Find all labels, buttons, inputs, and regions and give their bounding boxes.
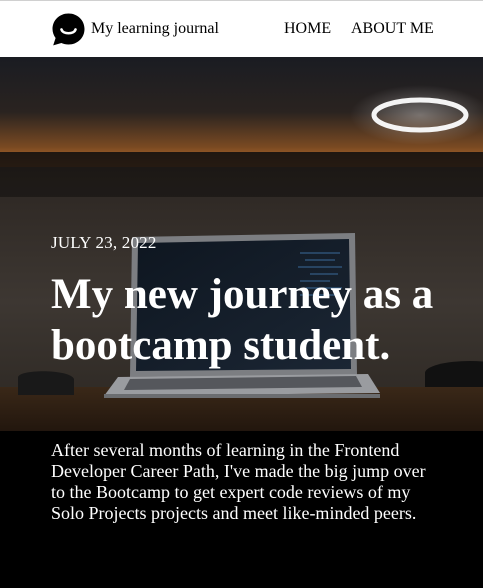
chat-bubble-smile-icon[interactable] [51, 12, 86, 47]
site-header: My learning journal HOME ABOUT ME [0, 0, 483, 57]
site-name[interactable]: My learning journal [91, 20, 219, 38]
post-excerpt: After several months of learning in the … [51, 440, 426, 523]
hero-section: JULY 23, 2022 My new journey as a bootca… [0, 57, 483, 588]
post-date: JULY 23, 2022 [51, 233, 157, 252]
nav-home-link[interactable]: HOME [284, 20, 331, 38]
post-title[interactable]: My new journey as a bootcamp student. [51, 269, 451, 371]
nav-about-link[interactable]: ABOUT ME [351, 20, 434, 38]
